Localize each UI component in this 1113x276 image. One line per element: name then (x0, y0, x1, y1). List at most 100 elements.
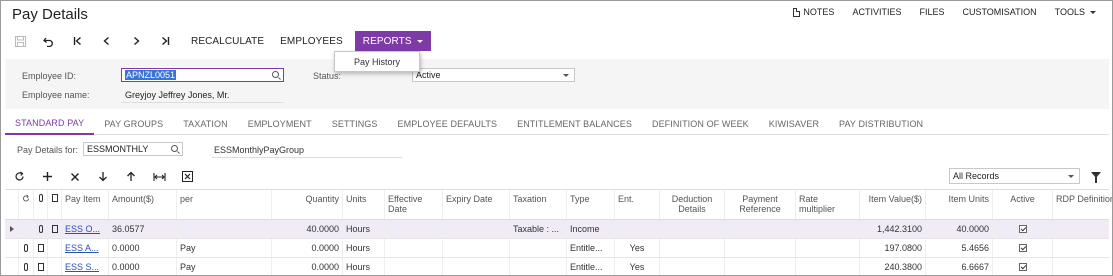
row-attachment-cell[interactable] (19, 239, 34, 257)
cell-expiry-date[interactable] (443, 220, 510, 238)
cell-item-units[interactable]: 5.4656 (926, 239, 993, 257)
pay-item-link[interactable]: ESS A... (65, 243, 99, 253)
row-note-cell[interactable] (34, 258, 48, 275)
cell-type[interactable]: Income (567, 220, 615, 238)
cell-rdp-definition[interactable] (1053, 239, 1112, 257)
employees-button[interactable]: EMPLOYEES (272, 31, 351, 51)
cell-item-value[interactable]: 197.0800 (860, 239, 926, 257)
row-selector[interactable] (5, 239, 19, 257)
undo-icon[interactable] (38, 31, 60, 51)
cell-type[interactable]: Entitle... (567, 258, 615, 275)
tab-settings[interactable]: SETTINGS (322, 113, 388, 135)
table-row[interactable]: ESS S... 0.0000 Pay 0.0000 Hours Entitle… (5, 258, 1109, 275)
col-header-pay-item[interactable]: Pay Item (62, 190, 109, 219)
cell-units[interactable]: Hours (343, 258, 385, 275)
cell-payment-reference[interactable] (725, 220, 796, 238)
tab-employee-defaults[interactable]: EMPLOYEE DEFAULTS (388, 113, 508, 135)
recalculate-button[interactable]: RECALCULATE (183, 31, 272, 51)
status-select[interactable]: Active (412, 68, 575, 82)
first-record-icon[interactable] (67, 31, 89, 51)
row-selector[interactable] (5, 258, 19, 275)
col-header-effective-date[interactable]: Effective Date (385, 190, 443, 219)
table-row[interactable]: ESS O... 36.0577 40.0000 Hours Taxable :… (5, 220, 1109, 239)
cell-effective-date[interactable] (385, 258, 443, 275)
cell-deduction-details[interactable] (660, 220, 725, 238)
table-row[interactable]: ESS A... 0.0000 Pay 0.0000 Hours Entitle… (5, 239, 1109, 258)
cell-expiry-date[interactable] (443, 239, 510, 257)
col-header-rdp-definition[interactable]: RDP Definition (1053, 190, 1112, 219)
save-icon[interactable] (9, 31, 31, 51)
col-header-item-value[interactable]: Item Value($) (860, 190, 926, 219)
cell-item-value[interactable]: 1,442.3100 (860, 220, 926, 238)
cell-rdp-definition[interactable] (1053, 220, 1112, 238)
refresh-icon[interactable] (5, 171, 33, 185)
arrow-down-icon[interactable] (89, 171, 117, 185)
cell-item-value[interactable]: 240.3800 (860, 258, 926, 275)
previous-record-icon[interactable] (96, 31, 118, 51)
cell-expiry-date[interactable] (443, 258, 510, 275)
next-record-icon[interactable] (125, 31, 147, 51)
row-note-cell[interactable] (48, 220, 62, 238)
col-header-deduction-details[interactable]: Deduction Details (660, 190, 725, 219)
col-header-taxation[interactable]: Taxation (510, 190, 567, 219)
tab-pay-groups[interactable]: PAY GROUPS (94, 113, 173, 135)
search-icon[interactable] (272, 71, 279, 78)
cell-item-units[interactable]: 40.0000 (926, 220, 993, 238)
cell-rate-multiplier[interactable] (796, 220, 860, 238)
col-header-expiry-date[interactable]: Expiry Date (443, 190, 510, 219)
cell-ent[interactable]: Yes (615, 258, 660, 275)
row-attachment-cell[interactable] (34, 220, 48, 238)
cell-rate-multiplier[interactable] (796, 239, 860, 257)
add-row-icon[interactable] (33, 171, 61, 185)
reports-menu-button[interactable]: REPORTS (354, 31, 431, 51)
cell-taxation[interactable]: Taxable : ... (510, 220, 567, 238)
row-selector[interactable] (5, 220, 19, 238)
cell-deduction-details[interactable] (660, 239, 725, 257)
cell-quantity[interactable]: 0.0000 (272, 239, 343, 257)
pay-history-menu-item[interactable]: Pay History (354, 57, 400, 67)
active-checkbox[interactable] (1018, 263, 1027, 271)
cell-units[interactable]: Hours (343, 220, 385, 238)
files-button[interactable]: FILES (910, 5, 953, 19)
tab-entitlement-balances[interactable]: ENTITLEMENT BALANCES (507, 113, 642, 135)
export-excel-icon[interactable] (173, 171, 201, 185)
fit-columns-icon[interactable] (145, 171, 173, 185)
search-icon[interactable] (171, 145, 178, 152)
row-note-cell[interactable] (34, 239, 48, 257)
col-header-quantity[interactable]: Quantity (272, 190, 343, 219)
cell-quantity[interactable]: 0.0000 (272, 258, 343, 275)
employee-id-field[interactable]: APNZL0051 (121, 68, 284, 82)
cell-amount[interactable]: 0.0000 (109, 258, 177, 275)
filter-icon[interactable] (1091, 172, 1101, 183)
col-header-rate-multiplier[interactable]: Rate multiplier (796, 190, 860, 219)
cell-amount[interactable]: 36.0577 (109, 220, 177, 238)
cell-per[interactable]: Pay (177, 258, 272, 275)
cell-rate-multiplier[interactable] (796, 258, 860, 275)
cell-payment-reference[interactable] (725, 258, 796, 275)
cell-deduction-details[interactable] (660, 258, 725, 275)
row-attachment-cell[interactable] (19, 258, 34, 275)
cell-item-units[interactable]: 6.6667 (926, 258, 993, 275)
pay-item-link[interactable]: ESS S... (65, 262, 99, 272)
cell-per[interactable] (177, 220, 272, 238)
pay-details-field[interactable]: ESSMONTHLY (83, 142, 183, 156)
pay-item-link[interactable]: ESS O... (65, 224, 100, 234)
col-header-active[interactable]: Active (993, 190, 1053, 219)
arrow-up-icon[interactable] (117, 171, 145, 185)
cell-rdp-definition[interactable] (1053, 258, 1112, 275)
tab-employment[interactable]: EMPLOYMENT (238, 113, 322, 135)
tab-taxation[interactable]: TAXATION (173, 113, 237, 135)
activities-button[interactable]: ACTIVITIES (843, 5, 910, 19)
cell-ent[interactable] (615, 220, 660, 238)
active-checkbox[interactable] (1018, 244, 1027, 252)
col-header-per[interactable]: per (177, 190, 272, 219)
cell-units[interactable]: Hours (343, 239, 385, 257)
cell-taxation[interactable] (510, 258, 567, 275)
tools-menu[interactable]: TOOLS (1046, 5, 1098, 19)
col-header-units[interactable]: Units (343, 190, 385, 219)
tab-pay-distribution[interactable]: PAY DISTRIBUTION (829, 113, 933, 135)
col-header-amount[interactable]: Amount($) (109, 190, 177, 219)
col-header-item-units[interactable]: Item Units (926, 190, 993, 219)
last-record-icon[interactable] (154, 31, 176, 51)
tab-kiwisaver[interactable]: KIWISAVER (759, 113, 829, 135)
